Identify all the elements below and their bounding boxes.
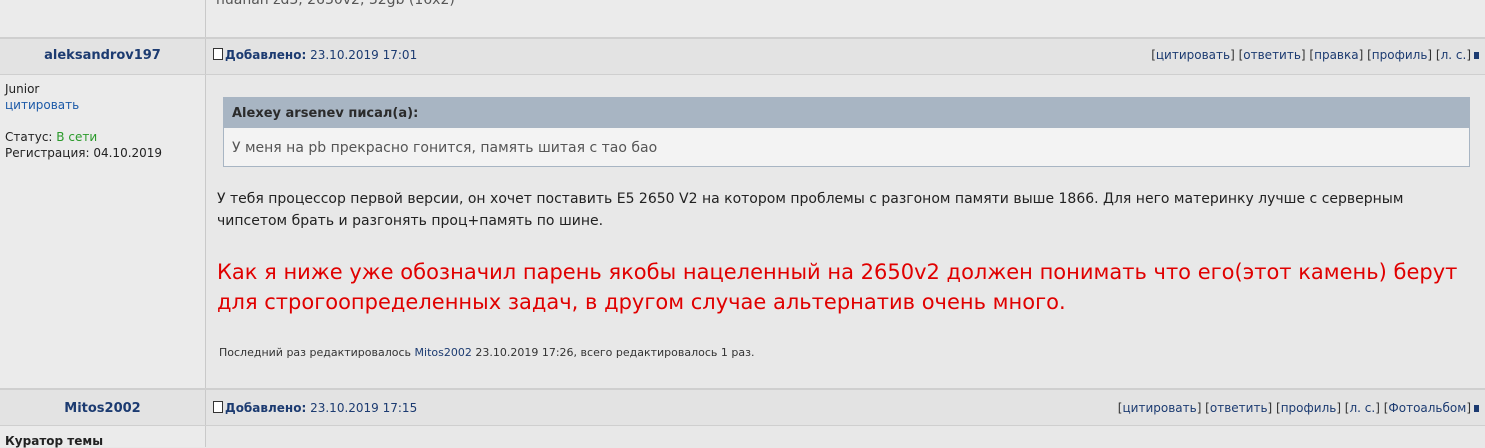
added-label: Добавлено: [225, 48, 307, 62]
post-highlight-message: Как я ниже уже обозначил парень якобы на… [217, 260, 1458, 314]
reply-action[interactable]: ответить [1243, 48, 1301, 62]
added-label-2: Добавлено: [225, 401, 307, 415]
edit-action[interactable]: правка [1314, 48, 1359, 62]
post-doc-icon [213, 48, 223, 60]
post-actions: [цитировать] [ответить] [правка] [профил… [1151, 48, 1479, 62]
quote-text: У меня на pb прекрасно гонится, память ш… [232, 140, 658, 156]
post-added: Добавлено: 23.10.2019 17:01 [213, 48, 417, 62]
pm-action-2[interactable]: л. с. [1350, 401, 1376, 415]
status-value: В сети [56, 130, 98, 144]
quote-action-2[interactable]: цитировать [1122, 401, 1196, 415]
profile-action[interactable]: профиль [1372, 48, 1428, 62]
edit-by-user[interactable]: Mitos2002 [415, 346, 472, 359]
user-status: Статус: В сети [5, 130, 97, 144]
added-date-2: 23.10.2019 17:15 [310, 401, 418, 415]
edit-note: Последний раз редактировалось Mitos2002 … [219, 346, 754, 359]
post-author-2[interactable]: Mitos2002 [0, 401, 205, 416]
status-label: Статус: [5, 130, 53, 144]
post-body-2 [0, 426, 1485, 447]
reg-date: 04.10.2019 [93, 146, 163, 160]
photo-album-action-2[interactable]: Фотоальбом [1388, 401, 1466, 415]
profile-action-2[interactable]: профиль [1281, 401, 1337, 415]
pm-action[interactable]: л. с. [1441, 48, 1467, 62]
post-actions-2: [цитировать] [ответить] [профиль] [л. с.… [1118, 401, 1479, 415]
post-author[interactable]: aleksandrov197 [0, 48, 205, 63]
added-date: 23.10.2019 17:01 [310, 48, 418, 62]
user-rank: Junior [5, 82, 40, 96]
user-rank-2: Куратор темы [5, 434, 104, 448]
reply-action-2[interactable]: ответить [1210, 401, 1268, 415]
quote-author: Alexey arsenev писал(а): [232, 106, 419, 121]
sidebar-quote-link[interactable]: цитировать [5, 98, 79, 112]
previous-post-tail-text: huanan zd3, 2630v2, 32gb (16x2) [216, 0, 455, 8]
previous-post-sidebar [0, 0, 206, 37]
post-added-2: Добавлено: 23.10.2019 17:15 [213, 401, 417, 415]
post-end-square-icon [1474, 405, 1479, 412]
post-message: У тебя процессор первой версии, он хочет… [217, 191, 1404, 229]
user-registration: Регистрация: 04.10.2019 [5, 146, 162, 160]
edit-prefix: Последний раз редактировалось [219, 346, 412, 359]
post-end-square-icon [1474, 52, 1479, 59]
quote-block: Alexey arsenev писал(а): У меня на pb пр… [223, 97, 1470, 167]
post-doc-icon [213, 401, 223, 413]
user-sidebar [0, 75, 206, 388]
quote-action[interactable]: цитировать [1156, 48, 1230, 62]
edit-suffix: 23.10.2019 17:26, всего редактировалось … [475, 346, 755, 359]
reg-label: Регистрация: [5, 146, 90, 160]
